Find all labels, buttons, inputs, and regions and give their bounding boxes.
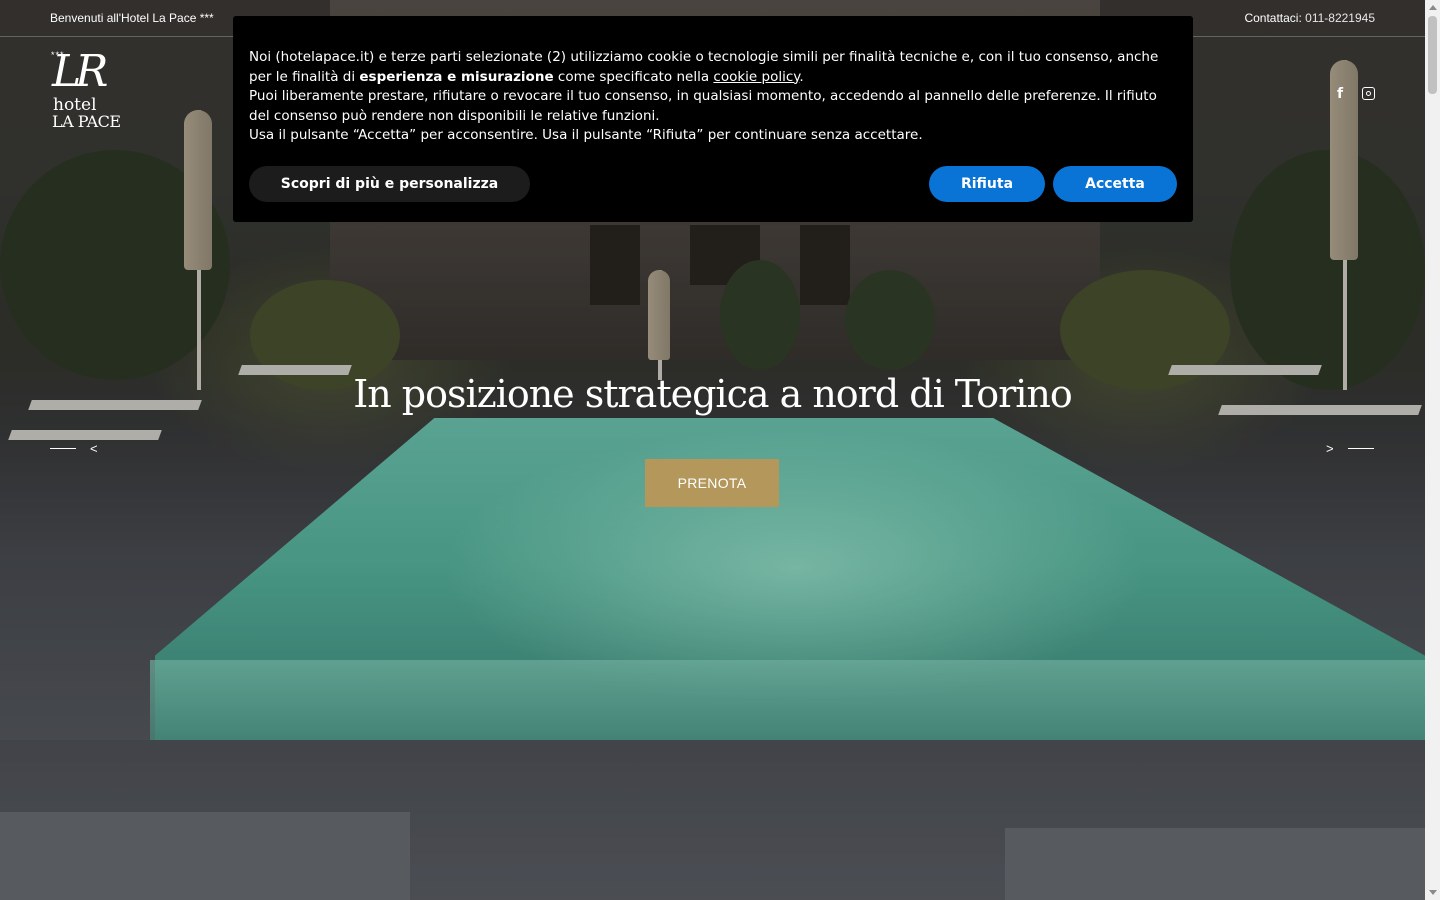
arrow-line [50, 448, 76, 449]
scroll-down-icon[interactable] [1429, 890, 1437, 895]
arrow-line [1347, 448, 1374, 449]
contact-label: Contattaci: [1244, 11, 1302, 25]
welcome-text: Benvenuti all'Hotel La Pace *** [50, 11, 214, 25]
contact-info: Contattaci: 011-8221945 [1244, 11, 1375, 25]
scroll-up-icon[interactable] [1429, 5, 1437, 10]
cookie-paragraph-3: Usa il pulsante “Accetta” per acconsenti… [249, 127, 923, 143]
hero-headline: In posizione strategica a nord di Torino [353, 372, 1073, 416]
chevron-right-icon: > [1326, 441, 1334, 456]
instagram-icon[interactable] [1362, 87, 1375, 100]
customize-cookies-button[interactable]: Scopri di più e personalizza [249, 166, 530, 202]
cookie-paragraph-2: Puoi liberamente prestare, rifiutare o r… [249, 88, 1157, 124]
cookie-policy-link[interactable]: cookie policy [713, 69, 799, 85]
prenota-button[interactable]: PRENOTA [645, 459, 779, 507]
cookie-banner-text: Noi (hotelapace.it) e terze parti selezi… [249, 48, 1177, 146]
slider-next-button[interactable]: > [1326, 441, 1374, 456]
chevron-left-icon: < [90, 441, 98, 456]
cookie-banner: Noi (hotelapace.it) e terze parti selezi… [233, 16, 1193, 222]
accept-cookies-button[interactable]: Accetta [1053, 166, 1177, 202]
cookie-paragraph-1: Noi (hotelapace.it) e terze parti selezi… [249, 49, 1159, 85]
hotel-logo[interactable]: *** LR hotel LA PACE [50, 50, 130, 132]
cookie-purpose-bold: esperienza e misurazione [359, 68, 554, 85]
scroll-thumb[interactable] [1428, 16, 1437, 94]
facebook-icon[interactable]: f [1337, 86, 1343, 102]
logo-line-2: LA PACE [52, 112, 121, 131]
page-scrollbar[interactable] [1425, 0, 1440, 900]
reject-cookies-button[interactable]: Rifiuta [929, 166, 1045, 202]
contact-phone-link[interactable]: 011-8221945 [1305, 11, 1375, 25]
logo-monogram: LR [52, 46, 108, 97]
slider-prev-button[interactable]: < [50, 441, 98, 456]
